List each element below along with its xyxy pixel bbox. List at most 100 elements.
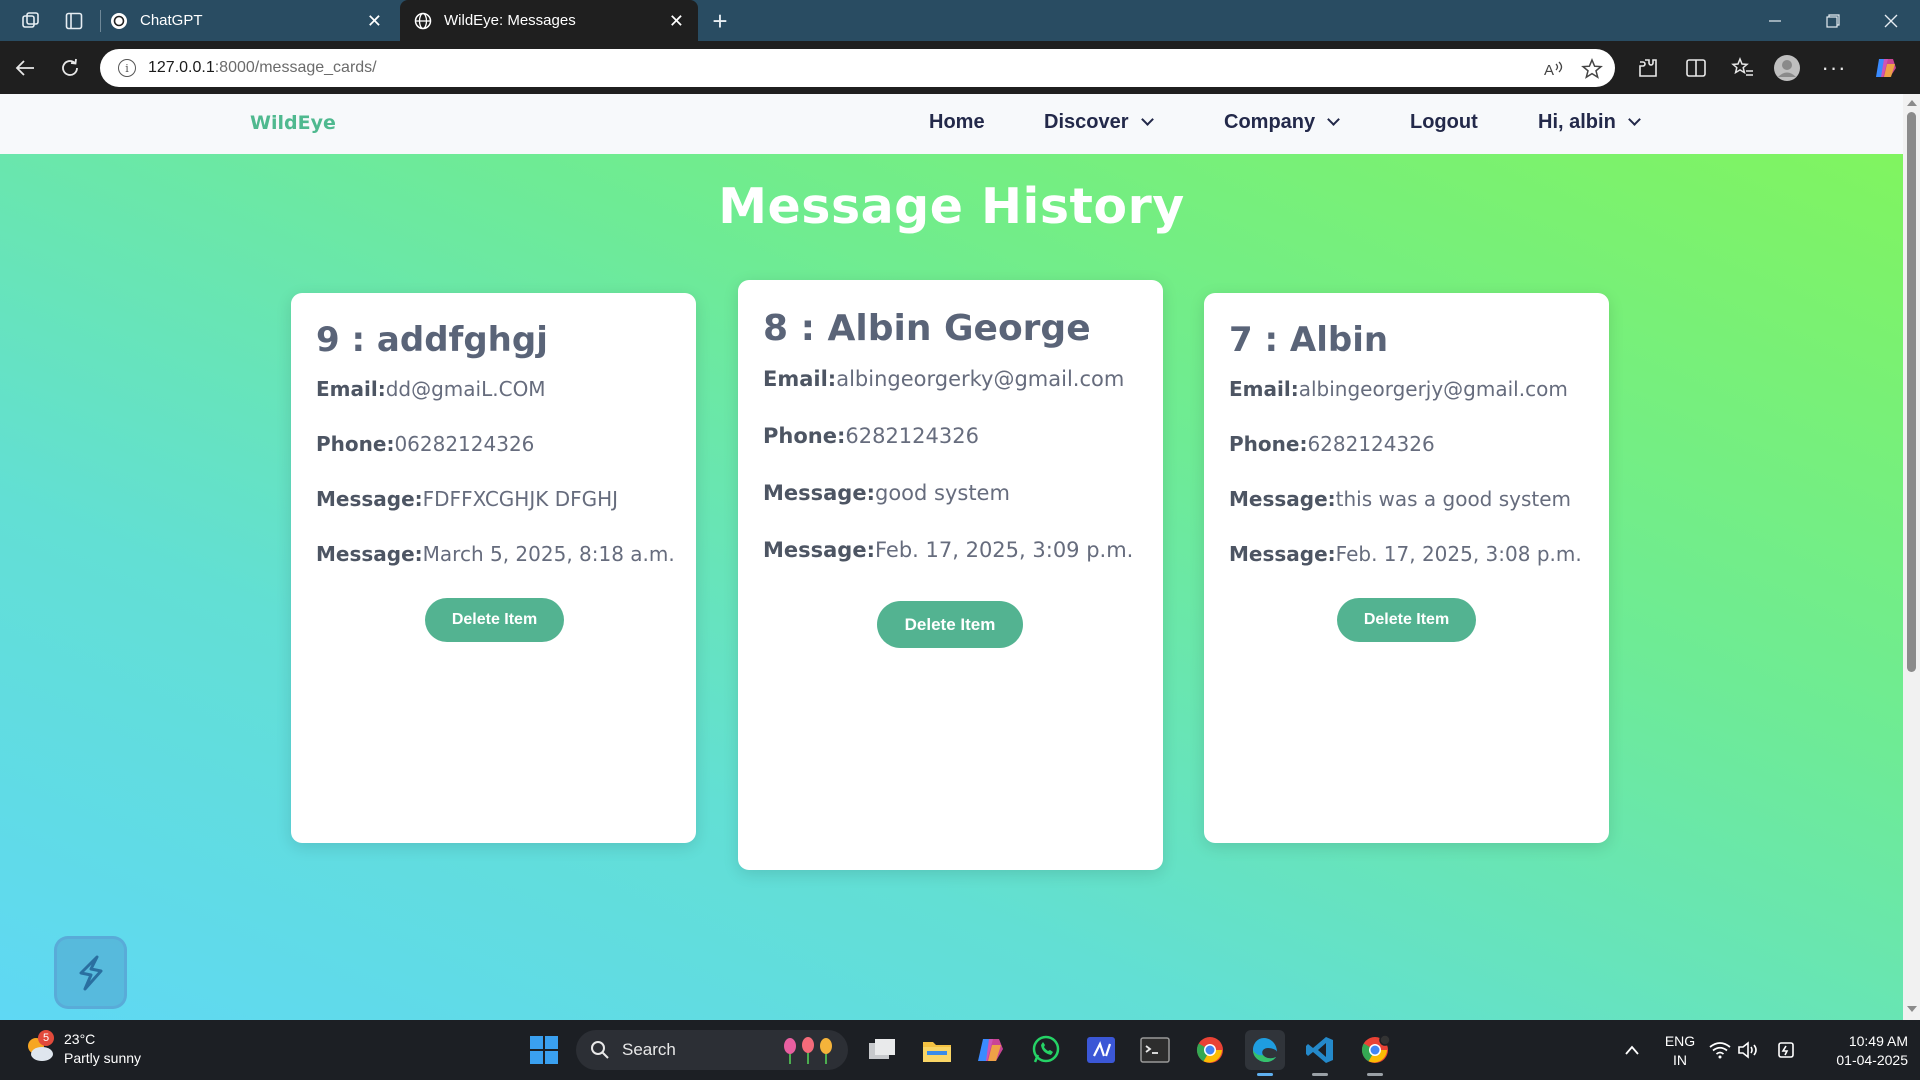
scroll-down-icon[interactable] — [1907, 1006, 1917, 1012]
email-label: Email: — [1229, 377, 1299, 401]
card-message: Message:good system — [763, 481, 1138, 505]
card-phone: Phone:6282124326 — [763, 424, 1138, 448]
back-icon[interactable] — [11, 54, 39, 82]
message-label: Message: — [316, 487, 423, 511]
tab-wildeye-messages[interactable]: WildEye: Messages ✕ — [400, 0, 698, 41]
task-view-icon[interactable] — [862, 1030, 902, 1070]
file-explorer-icon[interactable] — [917, 1030, 957, 1070]
svg-text:A: A — [1544, 62, 1554, 79]
new-tab-icon[interactable]: + — [707, 6, 733, 36]
scroll-up-icon[interactable] — [1907, 100, 1917, 106]
tulips-icon — [780, 1036, 838, 1069]
chevron-down-icon — [1627, 113, 1641, 126]
battery-icon[interactable] — [1774, 1030, 1798, 1070]
favorite-star-icon[interactable] — [1581, 58, 1603, 80]
phone-label: Phone: — [316, 432, 395, 456]
nav-discover[interactable]: Discover — [1044, 111, 1154, 134]
lang-bottom: IN — [1673, 1052, 1687, 1068]
language-indicator[interactable]: ENG IN — [1660, 1032, 1700, 1070]
terminal-icon[interactable] — [1135, 1030, 1175, 1070]
url-host: 127.0.0.1 — [148, 59, 215, 76]
card-phone: Phone:6282124326 — [1229, 432, 1584, 456]
delete-item-button[interactable]: Delete Item — [425, 598, 564, 642]
email-label: Email: — [316, 377, 386, 401]
card-message: Message:FDFFXCGHJK DFGHJ — [316, 487, 671, 511]
split-screen-icon[interactable] — [1682, 54, 1710, 82]
tab-chatgpt[interactable]: ChatGPT ✕ — [96, 0, 396, 41]
date-label: Message: — [1229, 542, 1336, 566]
nav-user-menu[interactable]: Hi, albin — [1538, 111, 1641, 134]
close-window-icon[interactable] — [1878, 8, 1904, 34]
date-label: Message: — [316, 542, 423, 566]
delete-item-button[interactable]: Delete Item — [1337, 598, 1476, 642]
phone-label: Phone: — [763, 424, 846, 448]
running-app-indicator — [1312, 1073, 1328, 1076]
favorites-icon[interactable] — [1729, 54, 1757, 82]
chevron-down-icon — [1140, 113, 1154, 126]
phone-value: 6282124326 — [1307, 432, 1435, 456]
card-date: Message:Feb. 17, 2025, 3:09 p.m. — [763, 538, 1138, 562]
message-card: 7 : Albin Email:albingeorgerjy@gmail.com… — [1204, 293, 1609, 843]
card-heading: 8 : Albin George — [763, 308, 1091, 349]
page-title: Message History — [718, 178, 1185, 235]
chevron-down-icon — [1327, 113, 1340, 126]
phone-label: Phone: — [1229, 432, 1308, 456]
site-info-icon[interactable]: i — [118, 59, 136, 77]
whatsapp-icon[interactable] — [1026, 1030, 1066, 1070]
volume-icon[interactable] — [1736, 1030, 1760, 1070]
message-value: this was a good system — [1335, 487, 1572, 511]
restore-icon[interactable] — [1820, 8, 1846, 34]
close-tab-icon[interactable]: ✕ — [669, 11, 684, 32]
site-navbar: WildEye Home Discover Company Logout Hi,… — [0, 94, 1903, 154]
nav-home[interactable]: Home — [929, 111, 985, 134]
chevron-up-icon[interactable] — [1612, 1030, 1652, 1070]
vscode-icon[interactable] — [1300, 1030, 1340, 1070]
card-message: Message:this was a good system — [1229, 487, 1584, 511]
lang-top: ENG — [1664, 1033, 1696, 1049]
address-bar[interactable]: i 127.0.0.1:8000/message_cards/ A — [100, 49, 1615, 87]
copilot-taskbar-icon[interactable] — [971, 1030, 1011, 1070]
weather-temp: 23°C — [64, 1031, 96, 1047]
reload-icon[interactable] — [56, 54, 84, 82]
floating-app-icon[interactable] — [54, 936, 127, 1009]
weather-widget[interactable]: 5 23°C Partly sunny — [22, 1030, 141, 1068]
date-value: Feb. 17, 2025, 3:08 p.m. — [1335, 542, 1582, 566]
globe-icon — [414, 12, 432, 30]
page-scrollbar[interactable] — [1903, 94, 1920, 1020]
search-label: Search — [622, 1040, 676, 1059]
minimize-icon[interactable] — [1762, 8, 1788, 34]
more-options-icon[interactable]: ··· — [1820, 54, 1848, 82]
phone-value: 6282124326 — [845, 424, 979, 448]
tab-title: ChatGPT — [140, 12, 203, 29]
brand-logo[interactable]: WildEye — [250, 112, 336, 134]
url-path: :8000/message_cards/ — [214, 59, 377, 76]
chrome-profile-icon[interactable] — [1355, 1030, 1395, 1070]
clock[interactable]: 10:49 AM 01-04-2025 — [1808, 1032, 1908, 1070]
profile-avatar-icon[interactable] — [1773, 54, 1801, 82]
card-date: Message:March 5, 2025, 8:18 a.m. — [316, 542, 675, 566]
card-phone: Phone:06282124326 — [316, 432, 671, 456]
extensions-icon[interactable] — [1634, 54, 1662, 82]
message-label: Message: — [763, 481, 875, 505]
scrollbar-thumb[interactable] — [1907, 112, 1916, 672]
chrome-icon[interactable] — [1190, 1030, 1230, 1070]
browser-tab-bar: ChatGPT ✕ WildEye: Messages ✕ + — [0, 0, 1920, 41]
delete-item-button[interactable]: Delete Item — [877, 601, 1023, 648]
close-tab-icon[interactable]: ✕ — [367, 11, 382, 32]
edge-icon[interactable] — [1245, 1030, 1285, 1070]
read-aloud-icon[interactable]: A — [1543, 58, 1565, 80]
pen-app-icon[interactable] — [1081, 1030, 1121, 1070]
wifi-icon[interactable] — [1708, 1030, 1732, 1070]
copilot-icon[interactable] — [1872, 54, 1900, 82]
nav-logout[interactable]: Logout — [1410, 111, 1478, 134]
workspaces-icon[interactable] — [18, 8, 44, 34]
nav-company[interactable]: Company — [1224, 111, 1340, 134]
taskbar-search[interactable]: Search — [576, 1030, 848, 1070]
card-heading: 9 : addfghgj — [316, 320, 548, 360]
message-card: 8 : Albin George Email:albingeorgerky@gm… — [738, 280, 1163, 870]
tab-actions-icon[interactable] — [61, 8, 87, 34]
message-value: good system — [874, 481, 1010, 505]
card-email: Email:albingeorgerky@gmail.com — [763, 367, 1138, 391]
page-viewport: WildEye Home Discover Company Logout Hi,… — [0, 94, 1903, 1020]
windows-start-icon[interactable] — [524, 1030, 564, 1070]
